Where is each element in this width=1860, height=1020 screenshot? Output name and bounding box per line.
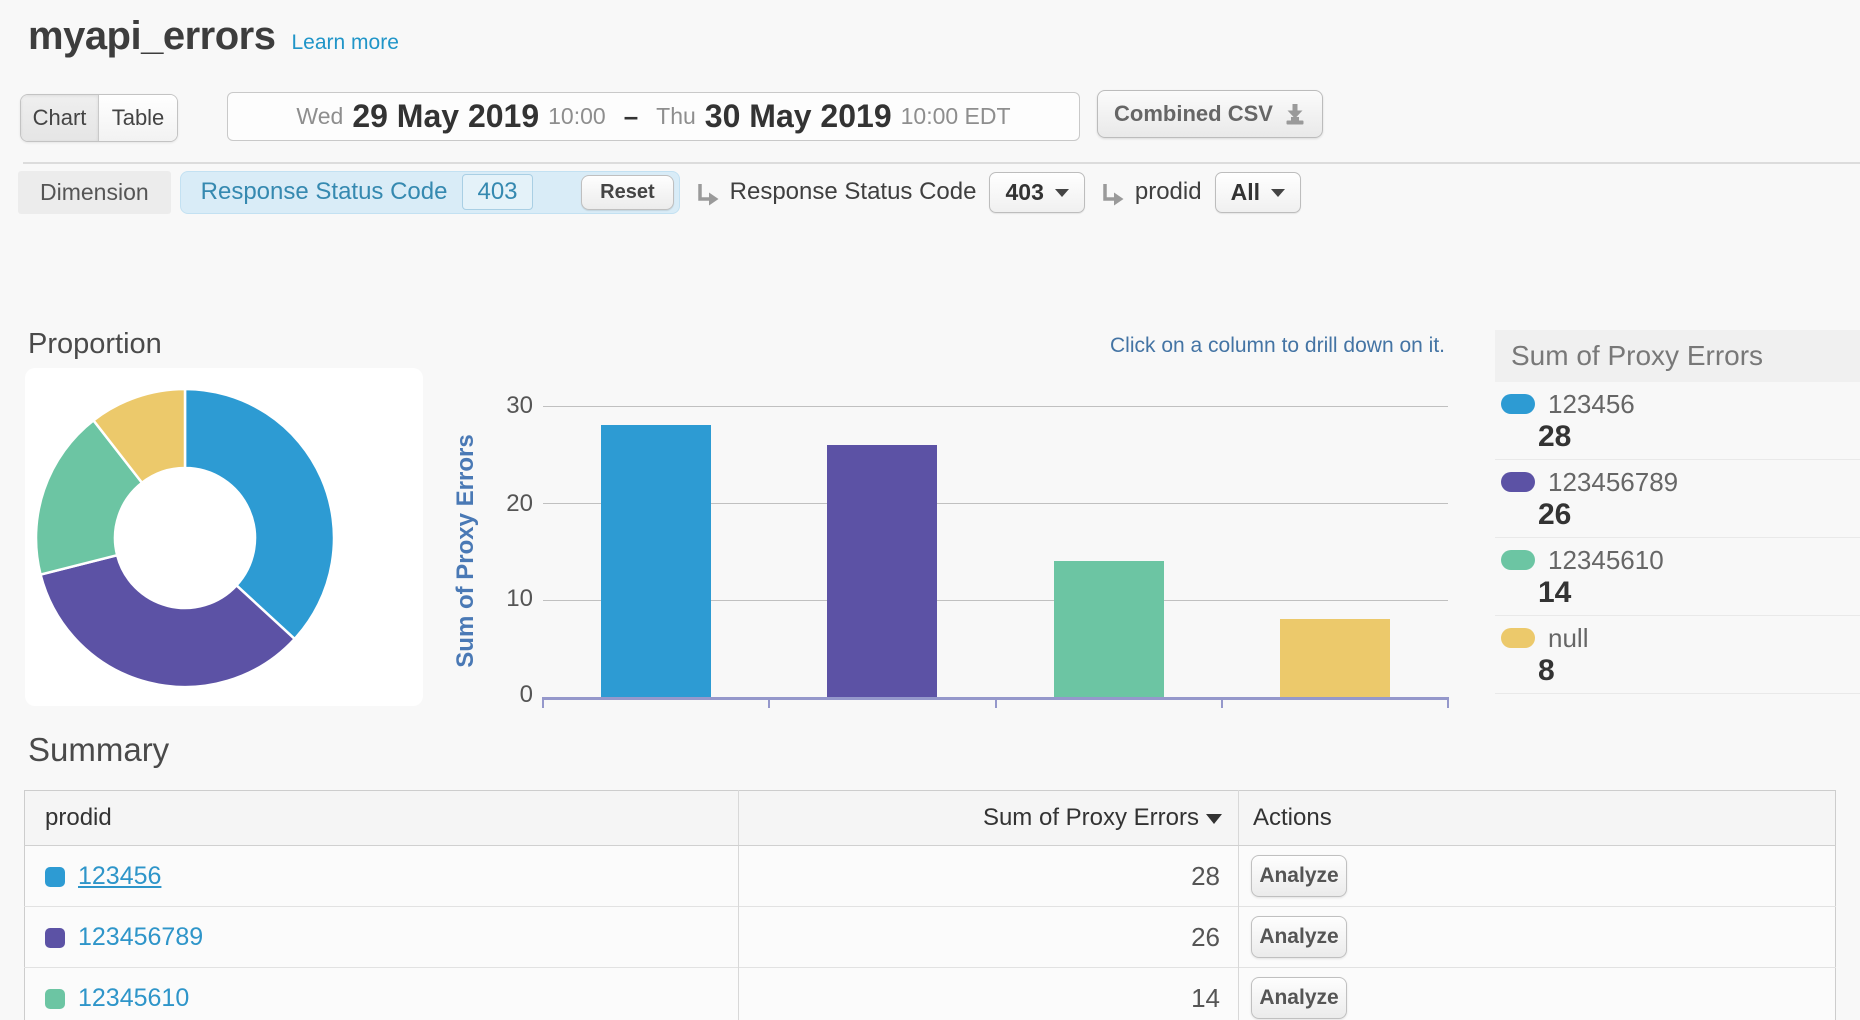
column-header-actions: Actions — [1239, 791, 1836, 846]
filter-name: Response Status Code — [201, 178, 448, 206]
bar-chart-y-axis-label: Sum of Proxy Errors — [452, 434, 480, 667]
x-axis-tick — [995, 697, 997, 708]
summary-title: Summary — [28, 731, 169, 769]
bar-chart — [543, 406, 1448, 697]
column-header-prodid[interactable]: prodid — [25, 791, 739, 846]
row-swatch — [45, 989, 65, 1009]
combined-csv-button[interactable]: Combined CSV — [1097, 90, 1323, 138]
active-filter-chip: Response Status Code 403 Reset — [180, 171, 680, 214]
toolbar-divider — [23, 162, 1860, 164]
donut-chart — [25, 368, 423, 706]
column-header-sum[interactable]: Sum of Proxy Errors — [739, 791, 1239, 846]
legend-item[interactable]: 123456789 26 — [1495, 460, 1860, 538]
donut-slice-123456[interactable] — [185, 389, 334, 639]
legend-label: null — [1548, 623, 1588, 654]
row-swatch — [45, 928, 65, 948]
learn-more-link[interactable]: Learn more — [291, 31, 398, 55]
bar-123456[interactable] — [601, 425, 711, 697]
end-date: 30 May 2019 — [705, 98, 892, 135]
bar-12345610[interactable] — [1054, 561, 1164, 697]
legend-item[interactable]: null 8 — [1495, 616, 1860, 694]
table-row: 123456789 26 Analyze — [25, 907, 1836, 968]
dimension-bar: Dimension Response Status Code 403 Reset… — [18, 170, 1301, 214]
drill-arrow-icon — [1099, 183, 1125, 207]
analyze-button[interactable]: Analyze — [1251, 855, 1347, 897]
row-value: 28 — [739, 846, 1239, 907]
y-tick-0: 0 — [453, 680, 533, 710]
status-code-dropdown[interactable]: 403 — [989, 172, 1084, 213]
row-value: 14 — [739, 968, 1239, 1020]
table-header-row: prodid Sum of Proxy Errors Actions — [25, 791, 1836, 846]
legend-label: 123456 — [1548, 389, 1635, 420]
legend-value: 26 — [1538, 498, 1860, 532]
date-range-separator: – — [624, 101, 638, 132]
drill-dimension-name: Response Status Code — [730, 178, 977, 206]
column-header-sum-label: Sum of Proxy Errors — [983, 804, 1199, 831]
legend-swatch — [1501, 550, 1535, 570]
legend-swatch — [1501, 472, 1535, 492]
x-axis-tick — [1447, 697, 1449, 708]
filter-value: 403 — [462, 174, 532, 210]
legend-title: Sum of Proxy Errors — [1495, 330, 1860, 382]
legend-label: 12345610 — [1548, 545, 1664, 576]
prodid-link[interactable]: 12345610 — [78, 984, 189, 1012]
status-code-dropdown-value: 403 — [1005, 179, 1043, 206]
page-title: myapi_errors — [28, 14, 275, 59]
summary-table: prodid Sum of Proxy Errors Actions 12345… — [24, 790, 1836, 1020]
drill-dimension-name: prodid — [1135, 178, 1202, 206]
table-row: 12345610 14 Analyze — [25, 968, 1836, 1020]
bar-123456789[interactable] — [827, 445, 937, 697]
legend-value: 28 — [1538, 420, 1860, 454]
caret-down-icon — [1055, 189, 1069, 197]
row-swatch — [45, 867, 65, 887]
reset-button[interactable]: Reset — [581, 175, 673, 210]
dimension-label: Dimension — [18, 171, 171, 214]
analyze-button[interactable]: Analyze — [1251, 916, 1347, 958]
drill-hint-text: Click on a column to drill down on it. — [945, 334, 1445, 358]
y-tick-20: 20 — [453, 489, 533, 519]
gridline-30 — [543, 406, 1448, 407]
drill-arrow-icon — [694, 183, 720, 207]
prodid-dropdown[interactable]: All — [1215, 172, 1301, 213]
x-axis-tick — [542, 697, 544, 708]
y-tick-30: 30 — [453, 391, 533, 421]
sort-desc-icon — [1206, 814, 1222, 824]
y-tick-10: 10 — [453, 584, 533, 614]
caret-down-icon — [1271, 189, 1285, 197]
table-view-button[interactable]: Table — [99, 95, 177, 141]
legend-panel: Sum of Proxy Errors 123456 28 123456789 … — [1495, 330, 1860, 694]
end-time: 10:00 EDT — [901, 103, 1011, 130]
download-icon — [1284, 104, 1306, 125]
chart-view-button[interactable]: Chart — [21, 95, 99, 141]
view-toggle: Chart Table — [20, 94, 178, 142]
legend-swatch — [1501, 628, 1535, 648]
legend-value: 8 — [1538, 654, 1860, 688]
end-day: Thu — [656, 103, 696, 130]
legend-item[interactable]: 123456 28 — [1495, 382, 1860, 460]
start-time: 10:00 — [548, 103, 606, 130]
header: myapi_errors Learn more — [28, 14, 399, 59]
analyze-button[interactable]: Analyze — [1251, 977, 1347, 1019]
row-value: 26 — [739, 907, 1239, 968]
start-day: Wed — [296, 103, 343, 130]
bar-null[interactable] — [1280, 619, 1390, 697]
prodid-link[interactable]: 123456789 — [78, 923, 203, 951]
legend-label: 123456789 — [1548, 467, 1678, 498]
x-axis-tick — [768, 697, 770, 708]
proportion-title: Proportion — [28, 328, 162, 361]
combined-csv-label: Combined CSV — [1114, 101, 1273, 127]
table-row: 123456 28 Analyze — [25, 846, 1836, 907]
legend-item[interactable]: 12345610 14 — [1495, 538, 1860, 616]
legend-swatch — [1501, 394, 1535, 414]
start-date: 29 May 2019 — [352, 98, 539, 135]
prodid-dropdown-value: All — [1231, 179, 1260, 206]
prodid-link[interactable]: 123456 — [78, 862, 161, 890]
proportion-donut-panel — [25, 368, 423, 706]
x-axis-tick — [1221, 697, 1223, 708]
analytics-dashboard: myapi_errors Learn more Chart Table Wed … — [0, 0, 1860, 1020]
date-range-picker[interactable]: Wed 29 May 2019 10:00 – Thu 30 May 2019 … — [227, 92, 1080, 141]
legend-value: 14 — [1538, 576, 1860, 610]
